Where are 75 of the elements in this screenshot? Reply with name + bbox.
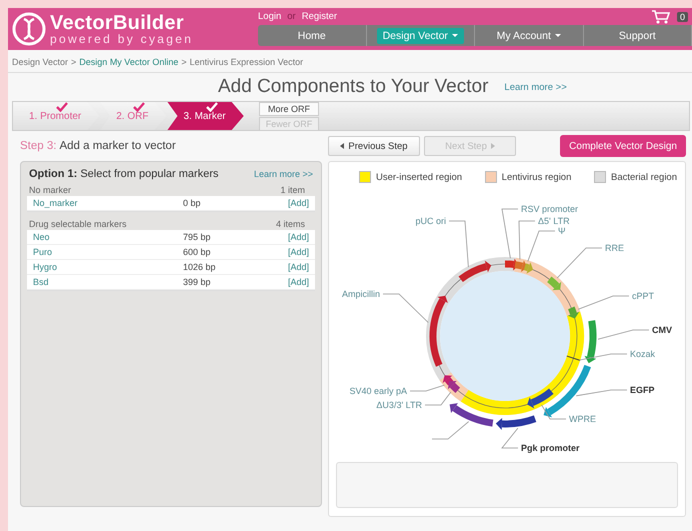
right-triangle-icon	[490, 143, 495, 149]
feature-label: EGFP	[630, 385, 655, 395]
marker-name[interactable]: Hygro	[33, 262, 183, 272]
leader-line	[502, 208, 518, 259]
feature-label: ΔU3/3' LTR	[376, 400, 422, 410]
group-name: Drug selectable markers	[29, 219, 127, 229]
nav-menu-item[interactable]: Home	[292, 28, 332, 44]
leader-line	[578, 354, 628, 360]
leader-line	[578, 296, 630, 310]
marker-name[interactable]: Puro	[33, 247, 183, 257]
step-tab[interactable]: 3. Marker	[167, 102, 244, 130]
group-name: No marker	[29, 185, 72, 195]
feature-label: SV40 early pA	[349, 386, 407, 396]
breadcrumb-link[interactable]: Design My Vector Online	[79, 57, 178, 67]
feature-label: Δ5' LTR	[538, 216, 570, 226]
marker-size: 795 bp	[183, 232, 212, 242]
option-title: Option 1: Select from popular markers	[29, 168, 218, 180]
group-count: 1 item	[280, 185, 305, 195]
add-link[interactable]: [Add]	[288, 247, 309, 257]
legend-label: Bacterial region	[610, 172, 677, 182]
brand-tagline: powered by cyagen	[50, 33, 194, 45]
or-text: or	[287, 11, 296, 22]
leader-line	[541, 404, 566, 420]
leader-line	[598, 330, 650, 340]
add-link[interactable]: [Add]	[288, 232, 309, 242]
feature-label: cPPT	[632, 291, 654, 301]
feature-label: Ψ	[558, 226, 566, 236]
learn-more-link[interactable]: Learn more >>	[504, 82, 567, 92]
feature-label: Pgk promoter	[521, 443, 580, 453]
page-title: Add Components to Your Vector	[218, 76, 488, 98]
group-count: 4 items	[276, 219, 305, 229]
leader-line	[448, 220, 469, 268]
nav-menu-item[interactable]: My Account	[490, 28, 567, 44]
feature-label: Kozak	[630, 349, 656, 359]
leader-line	[432, 421, 470, 440]
marker-name[interactable]: Bsd	[33, 277, 183, 287]
feature-label: Ampicillin	[342, 289, 380, 299]
learn-more-link[interactable]: Learn more >>	[254, 169, 313, 179]
leader-line	[382, 294, 429, 323]
nav-menu-item[interactable]: Support	[612, 28, 662, 44]
complete-design-button[interactable]: Complete Vector Design	[560, 135, 686, 157]
step-heading: Add a marker to vector	[59, 140, 176, 152]
orf-button[interactable]: More ORF	[258, 102, 320, 116]
cart-icon[interactable]	[650, 10, 671, 24]
leader-line	[576, 390, 628, 396]
dna-logo-icon	[12, 12, 46, 46]
feature-label: RRE	[605, 243, 624, 253]
nav-menu-item[interactable]: Design Vector	[376, 28, 464, 44]
add-link[interactable]: [Add]	[288, 277, 309, 287]
marker-size: 399 bp	[183, 277, 212, 287]
feature-label: CMV	[652, 325, 672, 335]
feature-label: WPRE	[569, 414, 596, 424]
breadcrumb-separator: >	[71, 57, 76, 67]
marker-size: 1026 bp	[183, 262, 217, 272]
cart-count-badge: 0	[676, 12, 688, 22]
marker-size: 0 bp	[183, 198, 202, 208]
feature-label: pUC ori	[415, 216, 446, 226]
feature-label: RSV promoter	[521, 204, 578, 214]
register-link[interactable]: Register	[302, 11, 338, 22]
legend-label: User-inserted region	[376, 172, 462, 182]
breadcrumb-link[interactable]: Design Vector	[12, 57, 68, 67]
login-link[interactable]: Login	[258, 11, 282, 22]
marker-name[interactable]: Neo	[33, 232, 183, 242]
left-triangle-icon	[340, 143, 344, 149]
breadcrumb-separator: >	[181, 57, 187, 67]
legend-label: Lentivirus region	[502, 172, 572, 182]
marker-size: 600 bp	[183, 247, 212, 257]
previous-step-button[interactable]: Previous Step	[328, 136, 420, 156]
leader-line	[501, 428, 518, 448]
breadcrumb-link[interactable]: Lentivirus Expression Vector	[190, 57, 304, 67]
marker-name[interactable]: No_marker	[33, 198, 183, 208]
add-link[interactable]: [Add]	[288, 198, 309, 208]
add-link[interactable]: [Add]	[288, 262, 309, 272]
step-number: Step 3:	[20, 140, 56, 152]
brand-name: VectorBuilder	[50, 13, 185, 33]
